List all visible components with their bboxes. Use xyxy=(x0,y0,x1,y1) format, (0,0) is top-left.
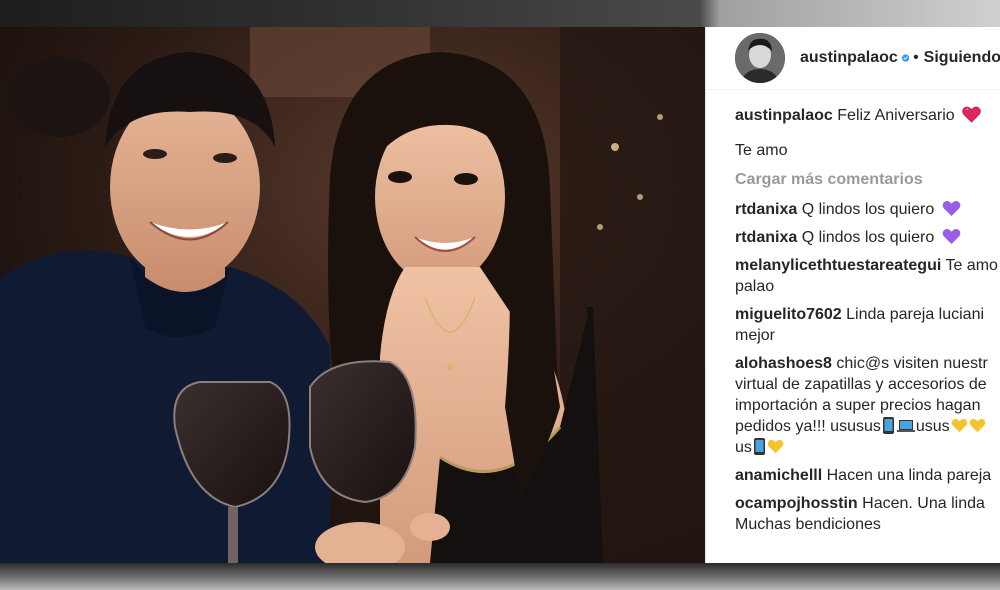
red-heart-icon xyxy=(962,106,981,123)
comment-item: melanylicethtuestareategui Te amo palao xyxy=(735,255,1000,297)
comment-text-line5a: us xyxy=(735,439,752,456)
comment-item: miguelito7602 Linda pareja luciani mejor xyxy=(735,304,1000,346)
comment-text-line3: importación a super precios hagan xyxy=(735,397,981,414)
phone-icon xyxy=(753,438,765,455)
comment-text-line2: mejor xyxy=(735,327,776,344)
comment-username[interactable]: rtdanixa xyxy=(735,229,797,246)
comment-item: rtdanixa Q lindos los quiero xyxy=(735,227,1000,248)
bottom-blur-band xyxy=(0,563,1000,590)
comment-username[interactable]: alohashoes8 xyxy=(735,355,832,372)
comment-text: Hacen una linda pareja xyxy=(826,467,992,484)
comment-list: austinpalaoc Feliz Aniversario Te amo Ca… xyxy=(706,90,1000,535)
comment-item: anamichelll Hacen una linda pareja xyxy=(735,465,1000,486)
laptop-icon xyxy=(896,420,915,432)
comment-text: Te amo xyxy=(945,257,998,274)
comment-username[interactable]: melanylicethtuestareategui xyxy=(735,257,941,274)
comment-username[interactable]: anamichelll xyxy=(735,467,822,484)
comment-text-line4: pedidos ya!!! ususus usus xyxy=(735,416,1000,437)
comment-text: Q lindos los quiero xyxy=(801,229,935,246)
follow-status-button[interactable]: Siguiendo xyxy=(924,49,1000,67)
author-avatar[interactable] xyxy=(735,33,785,83)
comment-text-line4a: pedidos ya!!! ususus xyxy=(735,418,881,435)
load-more-comments-link[interactable]: Cargar más comentarios xyxy=(735,171,1000,189)
comment-text: chic@s visiten nuestr xyxy=(836,355,988,372)
comment-text-line4b: usus xyxy=(915,418,950,435)
caption-line2: Te amo xyxy=(735,142,788,159)
comment-text-line5: us xyxy=(735,437,1000,458)
comment-item: alohashoes8 chic@s visiten nuestr virtua… xyxy=(735,353,1000,458)
purple-heart-icon xyxy=(942,201,961,217)
caption: austinpalaoc Feliz Aniversario xyxy=(735,105,1000,126)
phone-icon xyxy=(882,417,894,434)
comment-username[interactable]: rtdanixa xyxy=(735,201,797,218)
comment-text: Q lindos los quiero xyxy=(801,201,935,218)
post-header: austinpalaoc • Siguiendo xyxy=(706,27,1000,90)
yellow-heart-icon xyxy=(951,418,967,433)
comment-text-line2: Muchas bendiciones xyxy=(735,516,881,533)
comment-text-line2: virtual de zapatillas y accesorios de xyxy=(735,376,987,393)
purple-heart-icon xyxy=(942,229,961,245)
separator-dot: • xyxy=(913,49,919,66)
caption-username[interactable]: austinpalaoc xyxy=(735,107,833,124)
author-username[interactable]: austinpalaoc xyxy=(800,49,898,67)
verified-badge-icon xyxy=(901,54,910,62)
comment-item: rtdanixa Q lindos los quiero xyxy=(735,199,1000,220)
comment-text: Hacen. Una linda xyxy=(862,495,985,512)
comment-username[interactable]: miguelito7602 xyxy=(735,306,842,323)
comments-panel: austinpalaoc • Siguiendo austinpalaoc Fe… xyxy=(705,27,1000,563)
post-photo xyxy=(0,27,705,563)
top-blur-band xyxy=(0,0,1000,27)
caption-text: Feliz Aniversario xyxy=(837,107,955,124)
yellow-heart-icon xyxy=(969,418,985,433)
yellow-heart-icon xyxy=(767,439,784,454)
comment-item: ocampojhosstin Hacen. Una linda Muchas b… xyxy=(735,493,1000,535)
comment-text-line2: palao xyxy=(735,278,775,295)
comment-text: Linda pareja luciani xyxy=(846,306,985,323)
comment-username[interactable]: ocampojhosstin xyxy=(735,495,858,512)
